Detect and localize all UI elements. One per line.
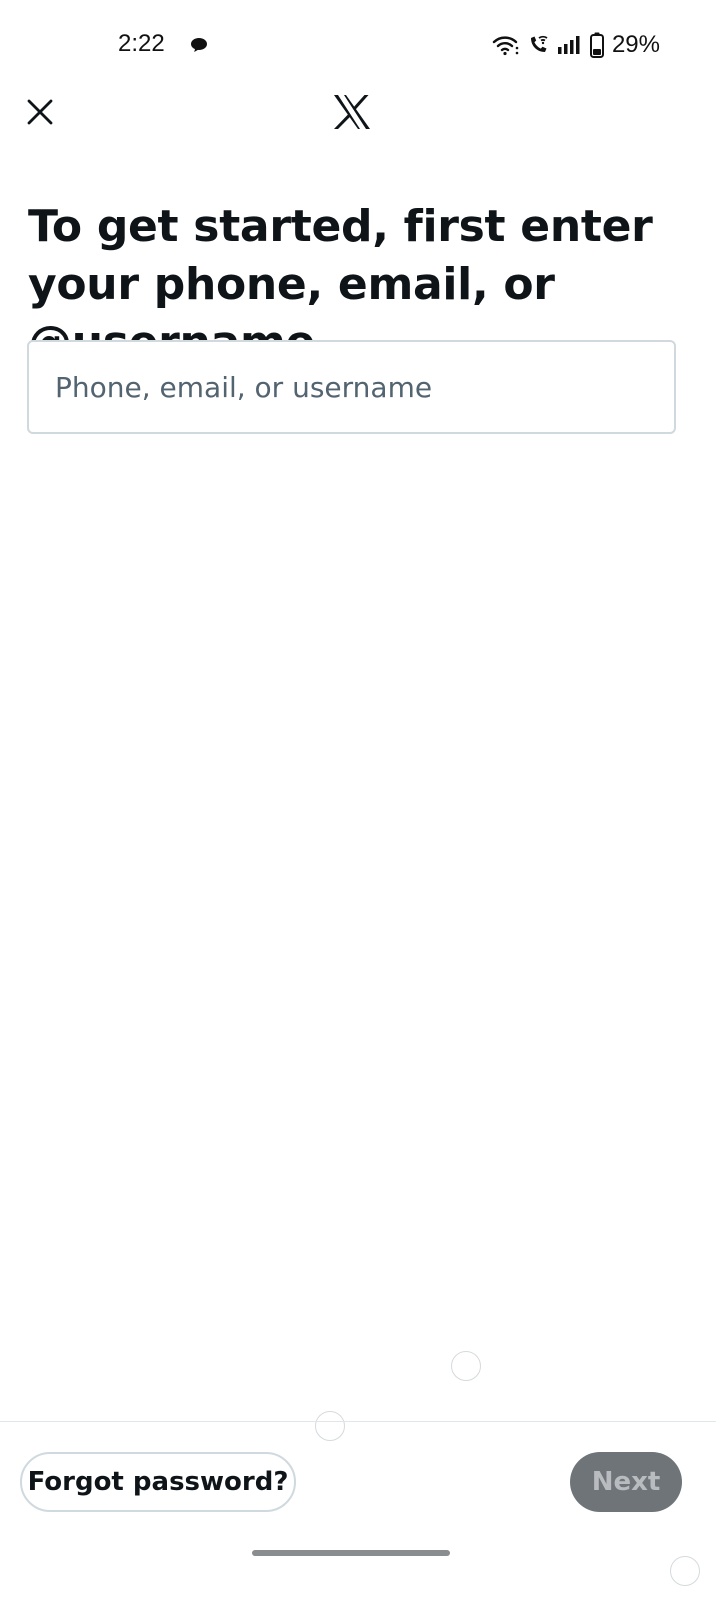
battery-percent: 29% <box>611 31 660 58</box>
status-bar: 2:22 29% <box>0 0 716 92</box>
wifi-icon <box>492 36 519 56</box>
touch-indicator <box>315 1411 345 1441</box>
identifier-input[interactable] <box>29 342 674 432</box>
status-time: 2:22 <box>118 30 165 57</box>
signal-icon <box>557 36 580 54</box>
forgot-password-button[interactable]: Forgot password? <box>20 1452 296 1512</box>
home-indicator[interactable] <box>252 1550 450 1556</box>
battery-icon <box>589 32 604 58</box>
status-icons: 29% <box>492 30 660 60</box>
x-logo <box>334 95 370 129</box>
chat-bubble-icon <box>191 38 207 52</box>
footer-divider <box>0 1421 716 1422</box>
close-icon <box>27 99 53 125</box>
next-button[interactable]: Next <box>570 1452 682 1512</box>
identifier-field[interactable] <box>27 340 676 434</box>
touch-indicator <box>451 1351 481 1381</box>
close-button[interactable] <box>20 92 60 132</box>
touch-indicator <box>670 1556 700 1586</box>
wifi-calling-icon <box>530 35 548 52</box>
